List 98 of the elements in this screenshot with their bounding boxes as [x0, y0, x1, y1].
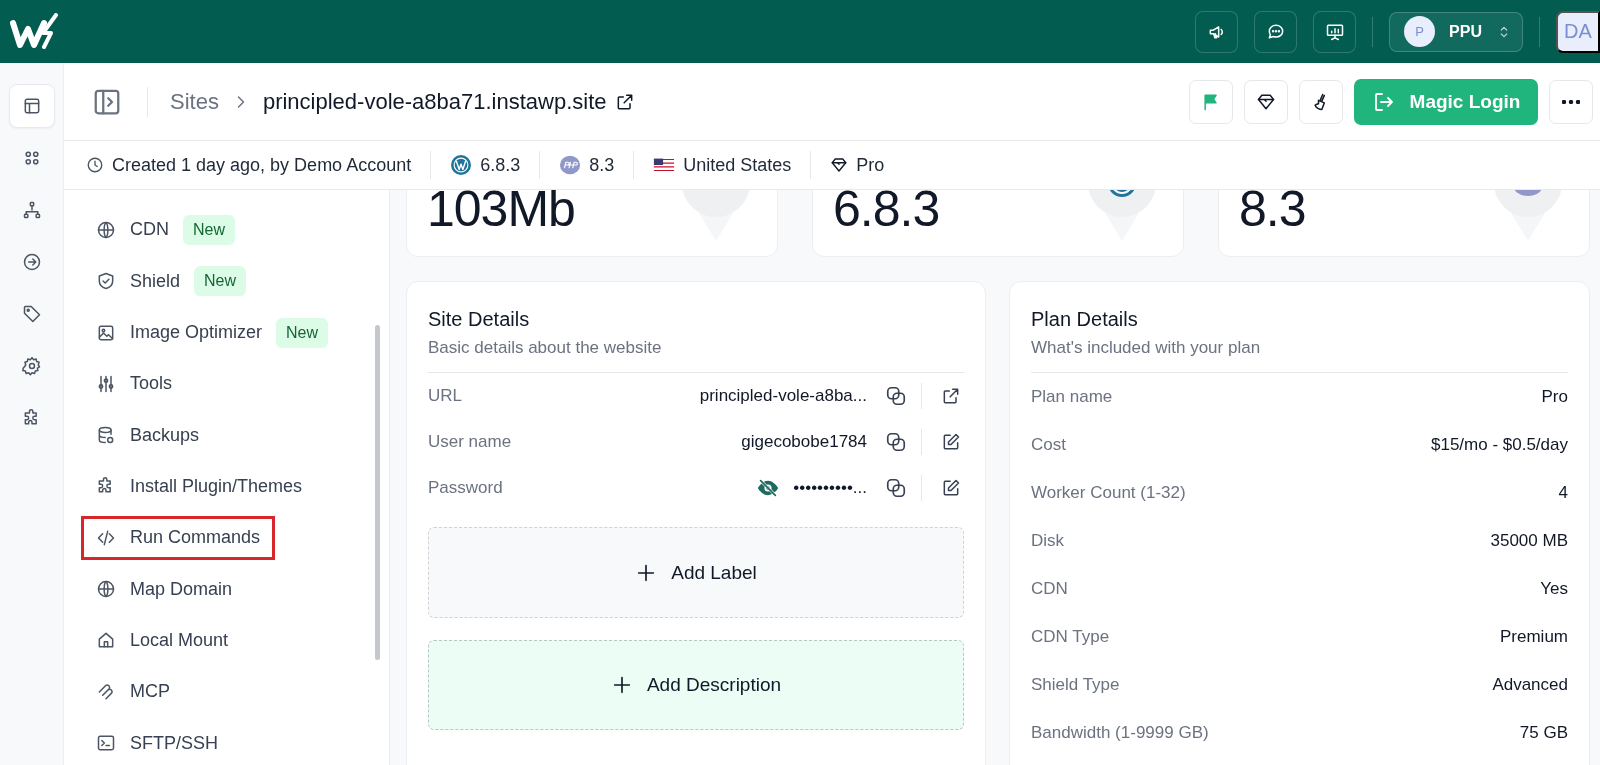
nav-item[interactable]: SFTP/SSH: [81, 721, 233, 765]
plan-value: Premium: [1500, 627, 1568, 647]
stat-value: 6.8.3: [833, 190, 940, 239]
presentation-button[interactable]: [1313, 10, 1356, 53]
plan-label: Disk: [1031, 531, 1065, 551]
plan-value: $15/mo - $0.5/day: [1430, 435, 1568, 455]
card-title: Plan Details: [1031, 307, 1139, 332]
plan-label: CDN: [1031, 579, 1068, 599]
detail-value: ••••••••••...: [793, 478, 867, 498]
nav-label: MCP: [130, 681, 170, 703]
plan-value: 75 GB: [1519, 723, 1568, 743]
arrow-circle-icon: [21, 252, 42, 272]
created-info: Created 1 day ago, by Demo Account: [112, 154, 412, 176]
detail-label: User name: [428, 432, 513, 452]
wordpress-logo-icon: [450, 154, 473, 176]
nav-label: Image Optimizer: [130, 322, 263, 344]
nav-item[interactable]: Run Commands: [81, 515, 276, 560]
card-title: Site Details: [428, 307, 531, 332]
nav-item[interactable]: Local Mount: [81, 618, 244, 663]
card-subtitle: What's included with your plan: [1031, 338, 1262, 358]
external-link-icon: [941, 386, 961, 406]
nav-label: Run Commands: [130, 527, 261, 549]
plan-value: 35000 MB: [1490, 531, 1568, 551]
globe-icon: [96, 579, 116, 600]
nav-label: Local Mount: [130, 629, 229, 651]
plan-info: Pro: [856, 154, 885, 176]
nav-label: SFTP/SSH: [130, 732, 218, 754]
plan-label: CDN Type: [1031, 627, 1110, 647]
scrollbar[interactable]: [375, 325, 380, 660]
workspace-switcher[interactable]: P PPU: [1389, 11, 1523, 52]
php-version: 8.3: [589, 154, 615, 176]
clock-icon: [86, 156, 104, 174]
plan-value: Advanced: [1492, 675, 1568, 695]
add-description-button[interactable]: Add Description: [428, 640, 964, 730]
new-badge: New: [276, 317, 329, 348]
sliders-icon: [96, 373, 116, 394]
more-button[interactable]: [1549, 79, 1593, 124]
nav-item[interactable]: Tools: [81, 361, 188, 406]
eye-off-icon[interactable]: [757, 477, 780, 499]
plan-label: Cost: [1031, 435, 1066, 455]
mcp-icon: [96, 681, 116, 702]
nav-label: Tools: [130, 373, 173, 395]
plan-label: Worker Count (1-32): [1031, 483, 1186, 503]
edit-icon: [941, 478, 961, 498]
workspace-avatar: P: [1404, 16, 1435, 47]
chat-button[interactable]: [1254, 10, 1297, 53]
gem-icon: [830, 156, 849, 174]
nav-item[interactable]: Install Plugin/Themes: [81, 464, 318, 509]
plan-label: Shield Type: [1031, 675, 1120, 695]
nav-item[interactable]: Image Optimizer New: [81, 310, 344, 355]
detail-label: URL: [428, 386, 463, 406]
settings-icon: [21, 356, 42, 376]
nav-label: Install Plugin/Themes: [130, 475, 303, 497]
nav-item[interactable]: MCP: [81, 669, 185, 714]
logo-icon: [10, 12, 60, 51]
plan-label: Plan name: [1031, 387, 1113, 407]
add-label-button[interactable]: Add Label: [428, 527, 964, 618]
stat-value: 103Mb: [427, 190, 575, 239]
shield-icon: [96, 271, 116, 292]
workspace-name: PPU: [1448, 22, 1483, 41]
plan-value: Pro: [1541, 387, 1568, 407]
plan-label: Bandwidth (1-9999 GB): [1031, 723, 1209, 743]
stat-value: 8.3: [1239, 190, 1306, 239]
copy-icon: [885, 385, 907, 407]
plan-value: 4: [1558, 483, 1568, 503]
region-info: United States: [683, 154, 792, 176]
new-badge: New: [183, 214, 235, 245]
wordpress-version: 6.8.3: [480, 154, 521, 176]
plan-value: Yes: [1540, 579, 1568, 599]
hierarchy-icon: [21, 200, 42, 220]
nav-item[interactable]: CDN New: [81, 208, 250, 252]
nav-label: Backups: [130, 424, 200, 446]
nav-item[interactable]: Shield New: [81, 259, 262, 304]
nav-item[interactable]: Backups: [81, 413, 215, 458]
flag-button[interactable]: [1189, 79, 1233, 124]
detail-value: gigecobobe1784: [741, 432, 867, 452]
nav-label: Map Domain: [130, 578, 233, 600]
database-icon: [96, 425, 116, 446]
php-logo-icon: [559, 154, 582, 176]
nav-label: CDN: [130, 219, 169, 241]
nav-item[interactable]: Map Domain: [81, 567, 248, 611]
new-badge: New: [194, 266, 247, 297]
edit-icon: [941, 432, 961, 452]
card-subtitle: Basic details about the website: [428, 338, 663, 358]
brush-button[interactable]: [1299, 79, 1343, 124]
tag-icon: [21, 304, 42, 324]
detail-label: Password: [428, 478, 504, 498]
breadcrumb-link[interactable]: Sites: [170, 88, 219, 115]
globe-icon: [96, 219, 116, 240]
site-title: principled-vole-a8ba71.instawp.site: [262, 88, 607, 115]
rail-button[interactable]: [8, 84, 55, 128]
gem-button[interactable]: [1244, 79, 1288, 124]
copy-icon: [885, 431, 907, 453]
detail-value: principled-vole-a8ba...: [699, 386, 867, 406]
more-icon: [1562, 99, 1580, 104]
nav-label: Shield: [130, 270, 181, 292]
copy-icon: [885, 477, 907, 499]
megaphone-button[interactable]: [1195, 10, 1238, 53]
